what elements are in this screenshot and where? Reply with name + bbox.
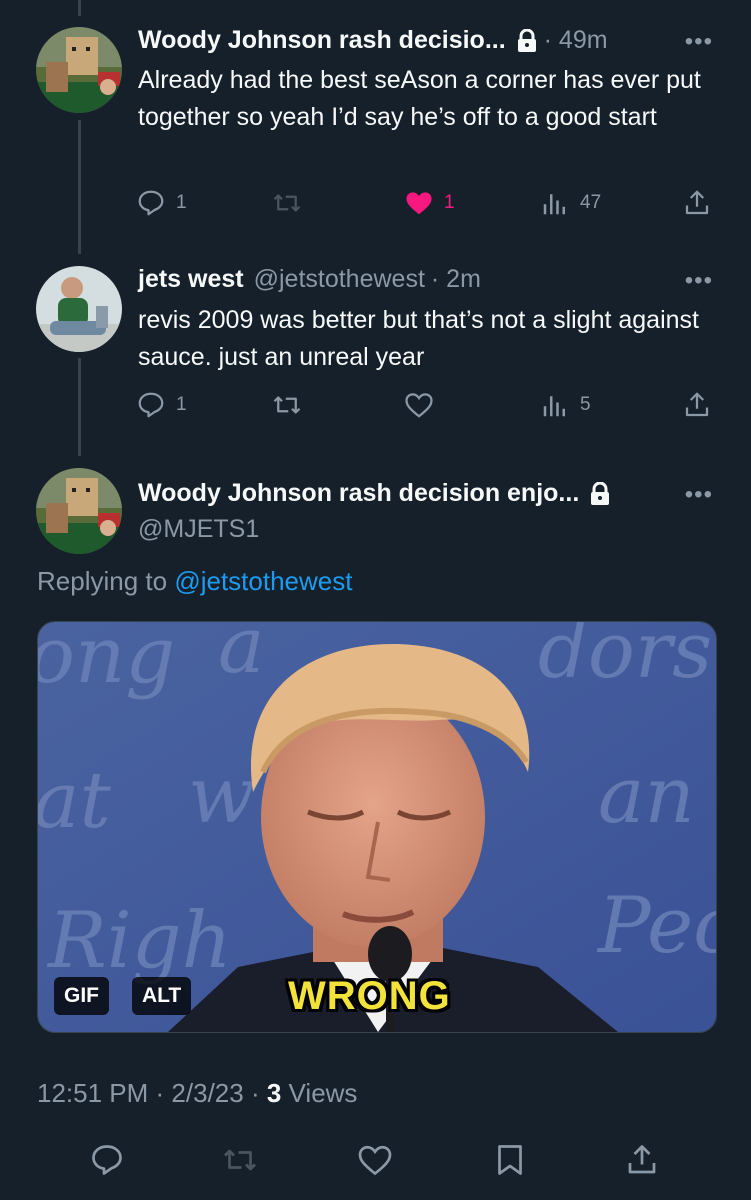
thread-line [78,120,81,254]
replying-to-handle[interactable]: @jetstothewest [174,566,352,596]
share-icon [685,190,709,215]
share-icon [685,392,709,417]
display-name[interactable]: Woody Johnson rash decision enjo... [138,479,579,508]
svg-text:a: a [218,622,265,691]
more-icon[interactable]: ••• [685,481,713,509]
heart-icon [406,192,432,215]
share-icon[interactable] [624,1142,660,1178]
share-button[interactable] [682,390,712,420]
like-count: 1 [444,192,455,213]
gif-badge: GIF [54,977,109,1015]
svg-text:at: at [38,756,112,846]
retweet-button[interactable] [272,390,302,420]
tweet-time[interactable]: · 49m [544,26,608,55]
alt-badge[interactable]: ALT [132,977,192,1015]
views-count: 3 [266,1078,282,1108]
lock-icon [517,28,536,52]
like-button[interactable] [404,390,434,420]
share-button[interactable] [682,188,712,218]
svg-text:dors: dors [538,622,712,696]
views-button[interactable]: 5 [540,390,591,420]
gif-caption: WRONG [288,974,451,1018]
reply-icon [138,392,164,418]
reply-icon[interactable] [89,1142,125,1178]
tweet-text: Already had the best seAson a corner has… [138,66,701,131]
like-button[interactable]: 1 [404,188,455,218]
tweet-actions: 1 1 47 [136,188,716,222]
heart-icon [405,393,433,418]
heart-icon[interactable] [357,1142,393,1178]
views-icon [543,194,565,215]
tweet-header: jets west @jetstothewest · 2m [138,265,481,294]
retweet-icon [273,194,301,212]
svg-text:an: an [598,751,695,841]
more-icon[interactable]: ••• [685,267,713,295]
svg-text:ong: ong [38,622,175,701]
svg-text:w: w [188,751,255,841]
tweet-time[interactable]: · 2m [431,265,481,294]
gif-media[interactable]: ong a dors at w an Righ Peo [37,621,717,1033]
handle[interactable]: @MJETS1 [138,515,259,544]
svg-text:Righ: Righ [46,896,232,986]
avatar[interactable] [36,266,122,352]
lock-icon [591,481,610,505]
views-icon [543,396,565,417]
thread-line [78,358,81,456]
tweet-text: revis 2009 was better but that’s not a s… [138,306,699,371]
tweet-meta: 12:51 PM · 2/3/23 · 3 Views [37,1078,358,1108]
more-icon[interactable]: ••• [685,28,713,56]
retweet-icon[interactable] [222,1142,258,1178]
replying-to: Replying to @jetstothewest [37,566,352,597]
views-count: 47 [580,192,602,213]
replying-to-label: Replying to [37,566,168,596]
display-name[interactable]: Woody Johnson rash decisio... [138,26,506,55]
tweet-actions: 1 5 [136,390,716,424]
tweet-time[interactable]: 12:51 PM [37,1078,148,1108]
views-count: 5 [580,394,591,415]
reply-button[interactable]: 1 [136,188,187,218]
retweet-icon [273,396,301,414]
reply-count: 1 [176,394,187,415]
tweet-date[interactable]: 2/3/23 [171,1078,243,1108]
reply-icon [138,190,164,216]
avatar[interactable] [36,468,122,554]
avatar[interactable] [36,27,122,113]
svg-text:Peo: Peo [596,881,716,971]
views-label: Views [288,1078,358,1108]
bookmark-icon[interactable] [492,1142,528,1178]
reply-button[interactable]: 1 [136,390,187,420]
focused-actions [0,1142,751,1182]
views-button[interactable]: 47 [540,188,601,218]
tweet-header: Woody Johnson rash decisio... · 49m [138,26,608,55]
thread-line [78,0,81,16]
reply-count: 1 [176,192,187,213]
display-name[interactable]: jets west [138,265,244,294]
handle[interactable]: @jetstothewest [254,265,425,294]
gif-image: ong a dors at w an Righ Peo [38,622,716,1032]
tweet-header: Woody Johnson rash decision enjo... [138,479,611,508]
retweet-button[interactable] [272,188,302,218]
